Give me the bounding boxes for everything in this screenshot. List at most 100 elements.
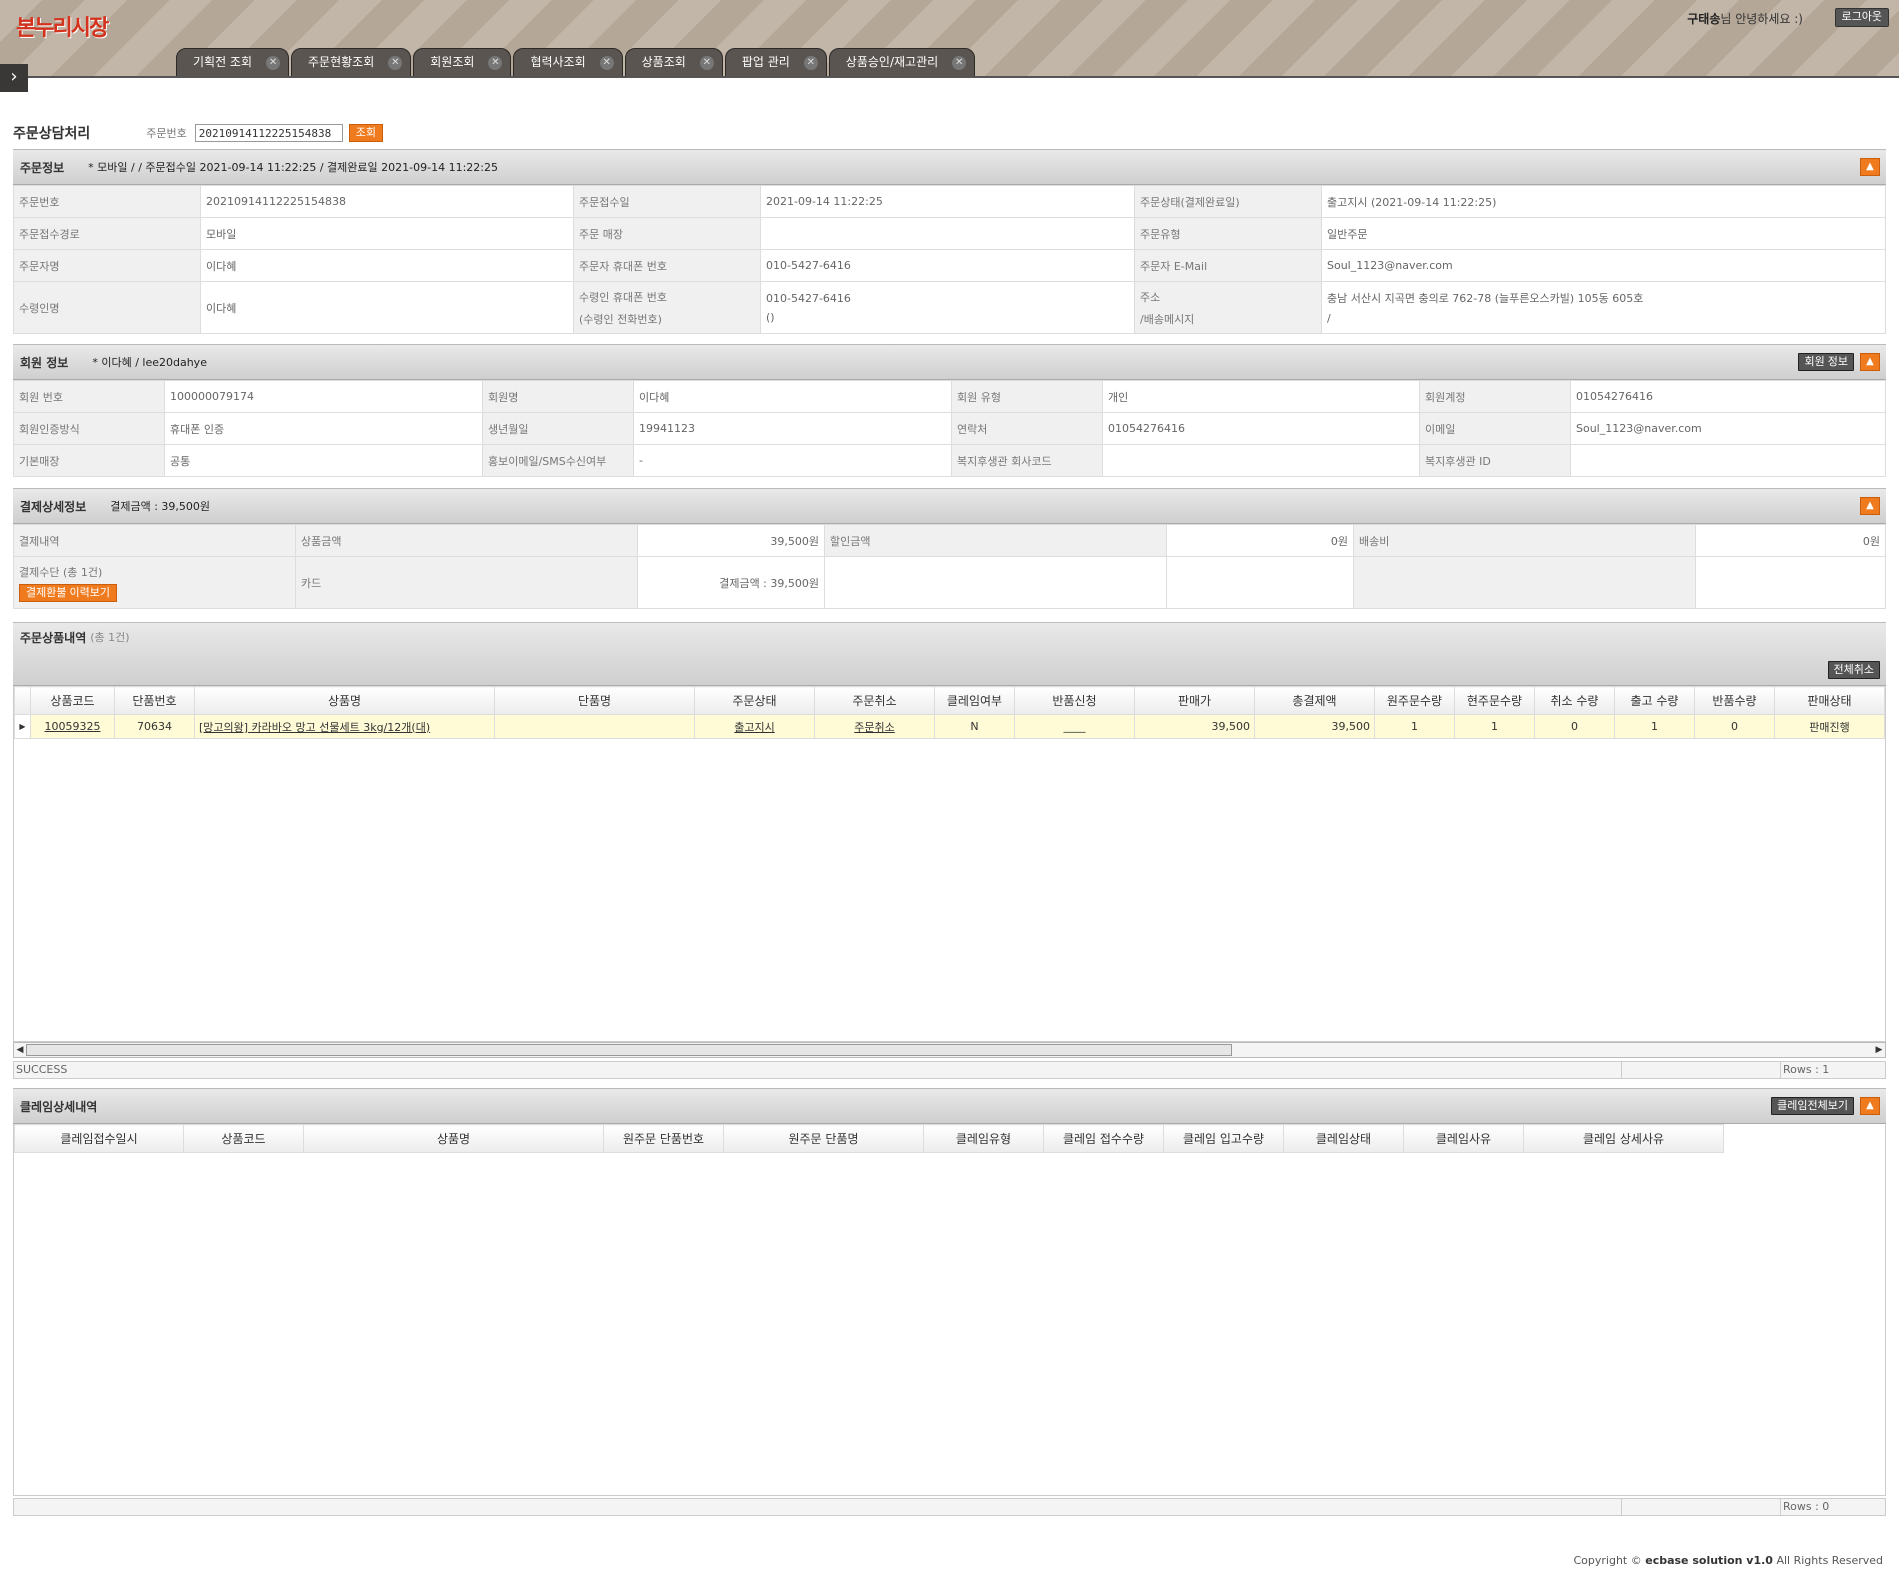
field-value: 2021-09-14 11:22:25 xyxy=(760,185,1135,218)
column-header[interactable]: 현주문수량 xyxy=(1454,686,1535,715)
scroll-left-icon[interactable]: ◀ xyxy=(14,1043,26,1057)
column-header[interactable]: 판매상태 xyxy=(1774,686,1885,715)
claims-grid: 클레임접수일시 상품코드 상품명 원주문 단품번호 원주문 단품명 클레임유형 … xyxy=(13,1124,1886,1496)
column-header[interactable]: 클레임접수일시 xyxy=(14,1124,184,1153)
app-header: 본누리시장 구태송님 안녕하세요 :) 로그아웃 기획전 조회 ✕ 주문현황조회 ✕… xyxy=(0,0,1899,78)
close-icon[interactable]: ✕ xyxy=(266,56,281,70)
field-value: 이다혜 xyxy=(633,380,952,413)
table-row: 주문번호 20210914112225154838 주문접수일 2021-09-14… xyxy=(13,185,1886,218)
tab-partner[interactable]: 협력사조회 ✕ xyxy=(513,48,623,78)
product-code-link[interactable]: 10059325 xyxy=(30,714,115,739)
column-header[interactable]: 상품코드 xyxy=(183,1124,304,1153)
member-summary: * 이다혜 / lee20dahye xyxy=(92,356,207,369)
field-label: 주문자 휴대폰 번호 xyxy=(573,249,761,282)
copyright-prefix: Copyright © xyxy=(1573,1554,1642,1567)
close-icon[interactable]: ✕ xyxy=(803,56,818,70)
section-header: 클레임상세내역 클레임전체보기 ▲ xyxy=(13,1088,1886,1124)
order-info-table: 주문번호 20210914112225154838 주문접수일 2021-09-14… xyxy=(13,185,1886,334)
field-label-line: /배송메시지 xyxy=(1140,312,1195,326)
field-value xyxy=(1570,444,1886,477)
column-header[interactable]: 원주문 단품번호 xyxy=(603,1124,724,1153)
tab-bar: 기획전 조회 ✕ 주문현황조회 ✕ 회원조회 ✕ 협력사조회 ✕ 상품조회 ✕ 팝업 관리… xyxy=(176,48,976,78)
collapse-icon[interactable]: ▲ xyxy=(1860,353,1880,371)
column-header[interactable]: 클레임사유 xyxy=(1403,1124,1524,1153)
tab-product[interactable]: 상품조회 ✕ xyxy=(624,48,723,78)
items-table: 상품코드 단품번호 상품명 단품명 주문상태 주문취소 클레임여부 반품신청 판… xyxy=(14,686,1885,739)
field-value: 20210914112225154838 xyxy=(200,185,574,218)
column-header[interactable]: 원주문 단품명 xyxy=(723,1124,924,1153)
close-icon[interactable]: ✕ xyxy=(952,56,967,70)
column-header[interactable]: 취소 수량 xyxy=(1534,686,1615,715)
field-value: 결제금액 : 39,500원 xyxy=(637,556,825,609)
empty-cell xyxy=(1353,556,1696,609)
field-label: 주문상태(결제완료일) xyxy=(1134,185,1322,218)
column-header[interactable]: 출고 수량 xyxy=(1614,686,1695,715)
column-header[interactable]: 클레임 접수수량 xyxy=(1043,1124,1164,1153)
field-label: 회원 유형 xyxy=(951,380,1103,413)
logout-button[interactable]: 로그아웃 xyxy=(1834,8,1889,27)
close-icon[interactable]: ✕ xyxy=(699,56,714,70)
column-header[interactable]: 반품수량 xyxy=(1694,686,1775,715)
column-header[interactable]: 단품번호 xyxy=(114,686,195,715)
tab-popup[interactable]: 팝업 관리 ✕ xyxy=(724,48,827,78)
column-header[interactable]: 원주문수량 xyxy=(1374,686,1455,715)
column-header[interactable]: 클레임 입고수량 xyxy=(1163,1124,1284,1153)
cancel-all-button[interactable]: 전체취소 xyxy=(1827,661,1880,679)
refund-history-button[interactable]: 결제환불 이력보기 xyxy=(19,583,118,602)
column-header[interactable]: 클레임 상세사유 xyxy=(1523,1124,1724,1153)
order-no-input[interactable] xyxy=(194,124,343,142)
column-header[interactable]: 판매가 xyxy=(1134,686,1255,715)
scroll-right-icon[interactable]: ▶ xyxy=(1873,1043,1885,1057)
column-header[interactable]: 클레임상태 xyxy=(1283,1124,1404,1153)
tab-approval[interactable]: 상품승인/재고관리 ✕ xyxy=(828,48,976,78)
tab-exhibition[interactable]: 기획전 조회 ✕ xyxy=(176,48,290,78)
field-label-line: 주소 xyxy=(1140,290,1161,304)
payment-table: 결제내역 상품금액 39,500원 할인금액 0원 배송비 0원 결제수단 (총… xyxy=(13,524,1886,609)
order-status-link[interactable]: 출고지시 xyxy=(694,714,815,739)
field-value: 0원 xyxy=(1695,524,1886,557)
collapse-icon[interactable]: ▲ xyxy=(1860,497,1880,515)
field-value: 01054276416 xyxy=(1570,380,1886,413)
column-header[interactable]: 상품코드 xyxy=(30,686,115,715)
close-icon[interactable]: ✕ xyxy=(488,56,503,70)
tab-order-status[interactable]: 주문현황조회 ✕ xyxy=(291,48,412,78)
table-row[interactable]: ▶ 10059325 70634 [망고의왕] 카라바오 망고 선물세트 3kg… xyxy=(14,714,1885,739)
column-header[interactable]: 주문상태 xyxy=(694,686,815,715)
column-header[interactable]: 상품명 xyxy=(194,686,495,715)
column-header[interactable]: 총결제액 xyxy=(1254,686,1375,715)
close-icon[interactable]: ✕ xyxy=(388,56,403,70)
sale-status-cell: 판매진행 xyxy=(1774,714,1885,739)
tab-label: 상품조회 xyxy=(641,55,686,69)
search-button[interactable]: 조회 xyxy=(348,124,384,142)
column-header[interactable]: 단품명 xyxy=(494,686,695,715)
status-spacer xyxy=(1622,1062,1781,1078)
row-indicator-header xyxy=(14,686,31,715)
field-value-line: 010-5427-6416 xyxy=(766,291,851,305)
field-label: 주소/배송메시지 xyxy=(1134,281,1322,334)
product-name-link[interactable]: [망고의왕] 카라바오 망고 선물세트 3kg/12개(대) xyxy=(194,714,495,739)
option-cell xyxy=(494,714,695,739)
status-text xyxy=(14,1499,1622,1515)
view-all-claims-button[interactable]: 클레임전체보기 xyxy=(1771,1097,1854,1115)
field-label: 이메일 xyxy=(1419,412,1571,445)
field-label: 수령인명 xyxy=(13,281,201,334)
horizontal-scrollbar[interactable]: ◀ ▶ xyxy=(13,1042,1886,1058)
collapse-icon[interactable]: ▲ xyxy=(1860,1097,1880,1115)
return-request-link[interactable]: ____ xyxy=(1014,714,1135,739)
claims-section: 클레임상세내역 클레임전체보기 ▲ 클레임접수일시 상품코드 상품명 원주문 단… xyxy=(13,1088,1886,1496)
column-header[interactable]: 클레임여부 xyxy=(934,686,1015,715)
tab-member[interactable]: 회원조회 ✕ xyxy=(413,48,512,78)
field-value: 개인 xyxy=(1102,380,1420,413)
column-header[interactable]: 주문취소 xyxy=(814,686,935,715)
row-indicator-icon: ▶ xyxy=(14,714,31,739)
chevron-right-icon[interactable]: › xyxy=(0,64,28,92)
column-header[interactable]: 상품명 xyxy=(303,1124,604,1153)
scroll-thumb[interactable] xyxy=(26,1044,1232,1056)
field-label-line: (수령인 전화번호) xyxy=(579,312,662,326)
close-icon[interactable]: ✕ xyxy=(599,56,614,70)
order-cancel-link[interactable]: 주문취소 xyxy=(814,714,935,739)
member-info-button[interactable]: 회원 정보 xyxy=(1798,353,1854,371)
column-header[interactable]: 클레임유형 xyxy=(923,1124,1044,1153)
collapse-icon[interactable]: ▲ xyxy=(1860,158,1880,176)
column-header[interactable]: 반품신청 xyxy=(1014,686,1135,715)
